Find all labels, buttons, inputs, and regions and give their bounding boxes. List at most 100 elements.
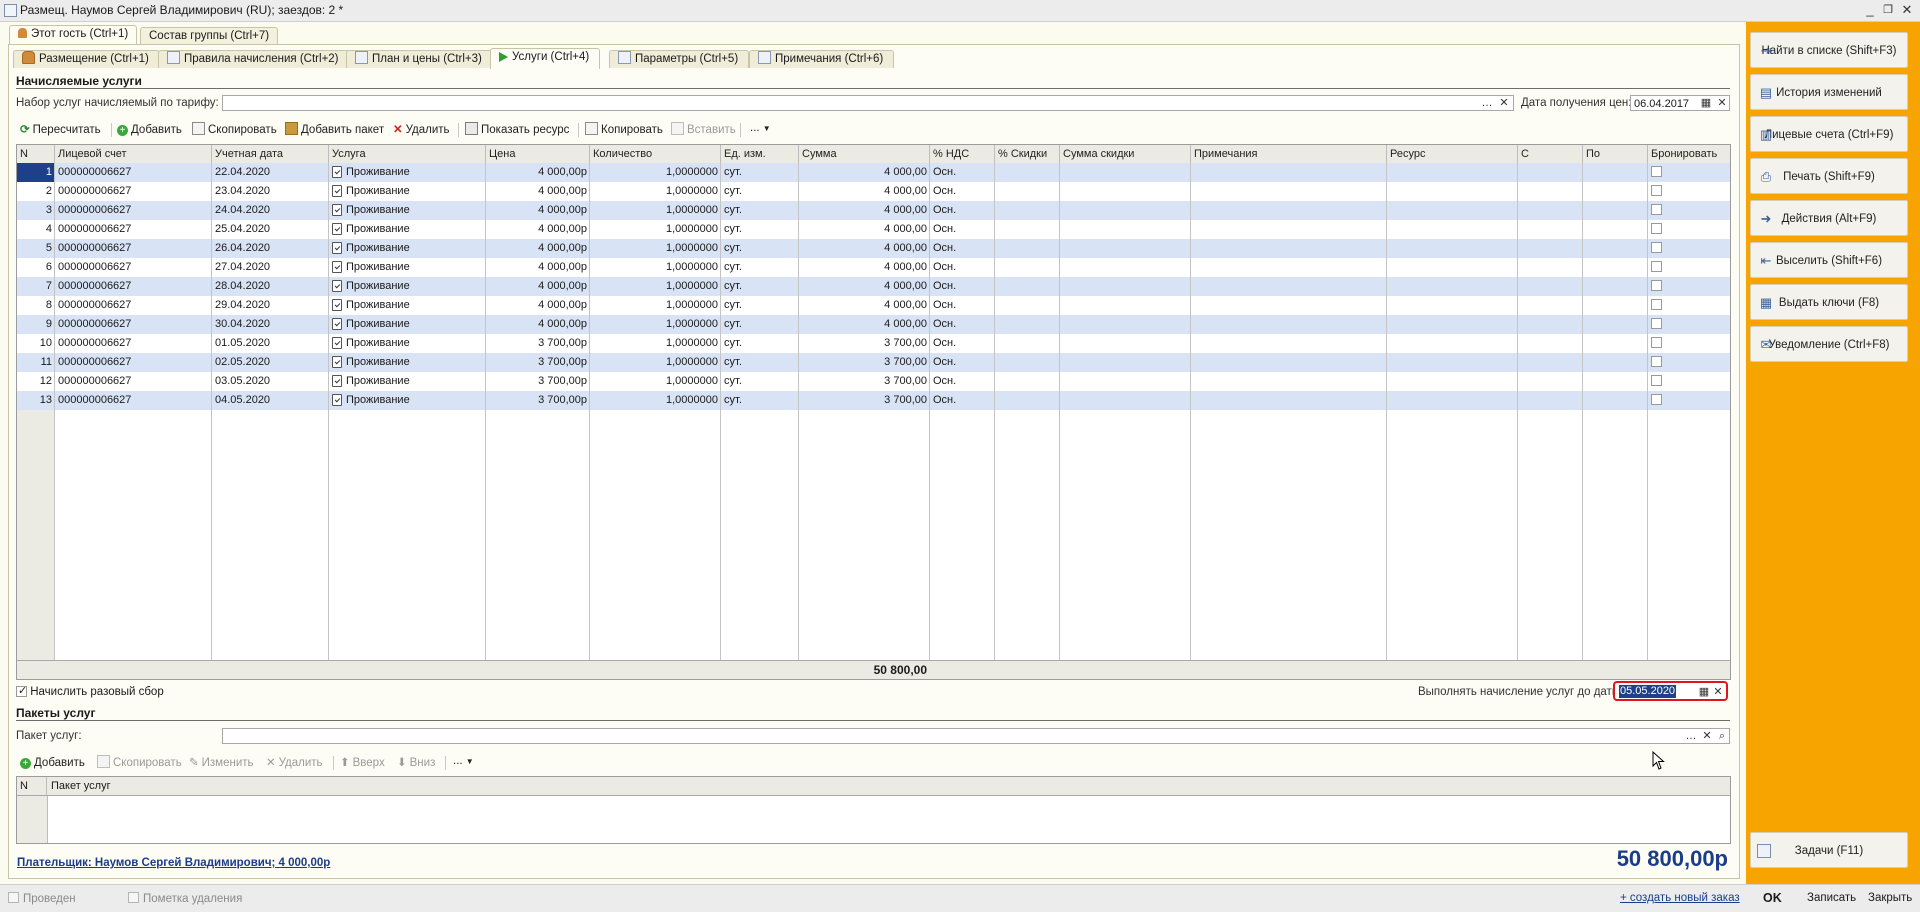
unit-cell[interactable]: сут.: [721, 353, 799, 372]
unit-cell[interactable]: сут.: [721, 315, 799, 334]
clear-icon[interactable]: ✕: [1715, 96, 1729, 110]
table-row[interactable]: 8 000000006627 29.04.2020 Проживание 4 000,0…: [17, 296, 1730, 315]
row-number[interactable]: 3: [17, 201, 55, 220]
table-row[interactable]: 9 000000006627 30.04.2020 Проживание 4 000,0…: [17, 315, 1730, 334]
subtab-plan-prices[interactable]: План и цены (Ctrl+3): [346, 50, 493, 68]
sum-cell[interactable]: 4 000,00: [799, 315, 930, 334]
account-cell[interactable]: 000000006627: [55, 277, 212, 296]
subtab-parameters[interactable]: Параметры (Ctrl+5): [609, 50, 750, 68]
price-cell[interactable]: 4 000,00р: [486, 201, 590, 220]
account-cell[interactable]: 000000006627: [55, 391, 212, 410]
sum-cell[interactable]: 4 000,00: [799, 277, 930, 296]
table-row[interactable]: 10 000000006627 01.05.2020 Проживание 3 700,…: [17, 334, 1730, 353]
price-cell[interactable]: 3 700,00р: [486, 334, 590, 353]
book-cell[interactable]: [1648, 315, 1730, 334]
package-more-button[interactable]: ... ▼: [453, 753, 474, 769]
service-cell[interactable]: Проживание: [329, 372, 486, 391]
book-checkbox[interactable]: [1651, 375, 1662, 386]
qty-cell[interactable]: 1,0000000: [590, 277, 721, 296]
vat-cell[interactable]: Осн.: [930, 296, 995, 315]
price-cell[interactable]: 3 700,00р: [486, 353, 590, 372]
service-cell[interactable]: Проживание: [329, 239, 486, 258]
one-time-fee-checkbox[interactable]: ✓ Начислить разовый сбор: [16, 685, 164, 698]
price-cell[interactable]: 4 000,00р: [486, 315, 590, 334]
book-checkbox[interactable]: [1651, 261, 1662, 272]
book-cell[interactable]: [1648, 220, 1730, 239]
sum-cell[interactable]: 4 000,00: [799, 201, 930, 220]
qty-cell[interactable]: 1,0000000: [590, 220, 721, 239]
table-row[interactable]: 12 000000006627 03.05.2020 Проживание 3 700,…: [17, 372, 1730, 391]
tariff-field[interactable]: [222, 95, 1514, 111]
package-copy-button[interactable]: Скопировать: [97, 755, 182, 771]
account-cell[interactable]: 000000006627: [55, 353, 212, 372]
panel-button-find[interactable]: ⇥ Найти в списке (Shift+F3): [1750, 32, 1908, 68]
col-header-discount-pct[interactable]: % Скидки: [995, 145, 1060, 163]
col-header-to[interactable]: По: [1583, 145, 1648, 163]
table-row[interactable]: 3 000000006627 24.04.2020 Проживание 4 000,0…: [17, 201, 1730, 220]
qty-cell[interactable]: 1,0000000: [590, 296, 721, 315]
date-cell[interactable]: 29.04.2020: [212, 296, 329, 315]
book-cell[interactable]: [1648, 163, 1730, 182]
subtab-accrual-rules[interactable]: Правила начисления (Ctrl+2): [158, 50, 350, 68]
add-package-button[interactable]: Добавить пакет: [285, 122, 384, 138]
date-cell[interactable]: 24.04.2020: [212, 201, 329, 220]
row-number[interactable]: 8: [17, 296, 55, 315]
sum-cell[interactable]: 4 000,00: [799, 258, 930, 277]
col-header-notes[interactable]: Примечания: [1191, 145, 1387, 163]
sum-cell[interactable]: 4 000,00: [799, 163, 930, 182]
account-cell[interactable]: 000000006627: [55, 182, 212, 201]
book-cell[interactable]: [1648, 391, 1730, 410]
qty-cell[interactable]: 1,0000000: [590, 315, 721, 334]
price-cell[interactable]: 4 000,00р: [486, 239, 590, 258]
unit-cell[interactable]: сут.: [721, 334, 799, 353]
search-icon[interactable]: ⌕: [1715, 729, 1729, 743]
date-cell[interactable]: 03.05.2020: [212, 372, 329, 391]
copy-button[interactable]: Скопировать: [192, 122, 277, 138]
vat-cell[interactable]: Осн.: [930, 182, 995, 201]
qty-cell[interactable]: 1,0000000: [590, 353, 721, 372]
vat-cell[interactable]: Осн.: [930, 372, 995, 391]
sum-cell[interactable]: 3 700,00: [799, 391, 930, 410]
paste-button[interactable]: Вставить: [671, 122, 736, 138]
posted-checkbox[interactable]: Проведен: [8, 892, 76, 905]
price-cell[interactable]: 3 700,00р: [486, 391, 590, 410]
package-down-button[interactable]: ⬇ Вниз: [397, 755, 435, 771]
table-row[interactable]: 2 000000006627 23.04.2020 Проживание 4 000,0…: [17, 182, 1730, 201]
price-cell[interactable]: 4 000,00р: [486, 258, 590, 277]
col-header-price[interactable]: Цена: [486, 145, 590, 163]
ellipsis-select-icon[interactable]: …: [1480, 96, 1494, 110]
qty-cell[interactable]: 1,0000000: [590, 391, 721, 410]
book-cell[interactable]: [1648, 239, 1730, 258]
col-header-discount-sum[interactable]: Сумма скидки: [1060, 145, 1191, 163]
unit-cell[interactable]: сут.: [721, 372, 799, 391]
calendar-icon[interactable]: ▦: [1697, 685, 1711, 699]
row-number[interactable]: 7: [17, 277, 55, 296]
account-cell[interactable]: 000000006627: [55, 372, 212, 391]
price-cell[interactable]: 4 000,00р: [486, 277, 590, 296]
vat-cell[interactable]: Осн.: [930, 163, 995, 182]
table-row[interactable]: 6 000000006627 27.04.2020 Проживание 4 000,0…: [17, 258, 1730, 277]
ellipsis-select-icon[interactable]: …: [1684, 729, 1698, 743]
subtab-placement[interactable]: Размещение (Ctrl+1): [13, 50, 160, 68]
row-number[interactable]: 9: [17, 315, 55, 334]
package-edit-button[interactable]: ✎ Изменить: [189, 755, 254, 771]
panel-button-checkout[interactable]: ⇤ Выселить (Shift+F6): [1750, 242, 1908, 278]
services-table[interactable]: N Лицевой счет Учетная дата Услуга Цена …: [16, 144, 1731, 680]
book-checkbox[interactable]: [1651, 337, 1662, 348]
row-number[interactable]: 12: [17, 372, 55, 391]
book-cell[interactable]: [1648, 182, 1730, 201]
price-cell[interactable]: 3 700,00р: [486, 372, 590, 391]
book-checkbox[interactable]: [1651, 280, 1662, 291]
row-number[interactable]: 6: [17, 258, 55, 277]
show-resource-button[interactable]: Показать ресурс: [465, 122, 569, 138]
subtab-services[interactable]: Услуги (Ctrl+4): [490, 48, 601, 69]
table-row[interactable]: 13 000000006627 04.05.2020 Проживание 3 700,…: [17, 391, 1730, 410]
book-cell[interactable]: [1648, 334, 1730, 353]
qty-cell[interactable]: 1,0000000: [590, 372, 721, 391]
sum-cell[interactable]: 4 000,00: [799, 239, 930, 258]
vat-cell[interactable]: Осн.: [930, 315, 995, 334]
unit-cell[interactable]: сут.: [721, 220, 799, 239]
unit-cell[interactable]: сут.: [721, 277, 799, 296]
col-header-date[interactable]: Учетная дата: [212, 145, 329, 163]
service-cell[interactable]: Проживание: [329, 315, 486, 334]
